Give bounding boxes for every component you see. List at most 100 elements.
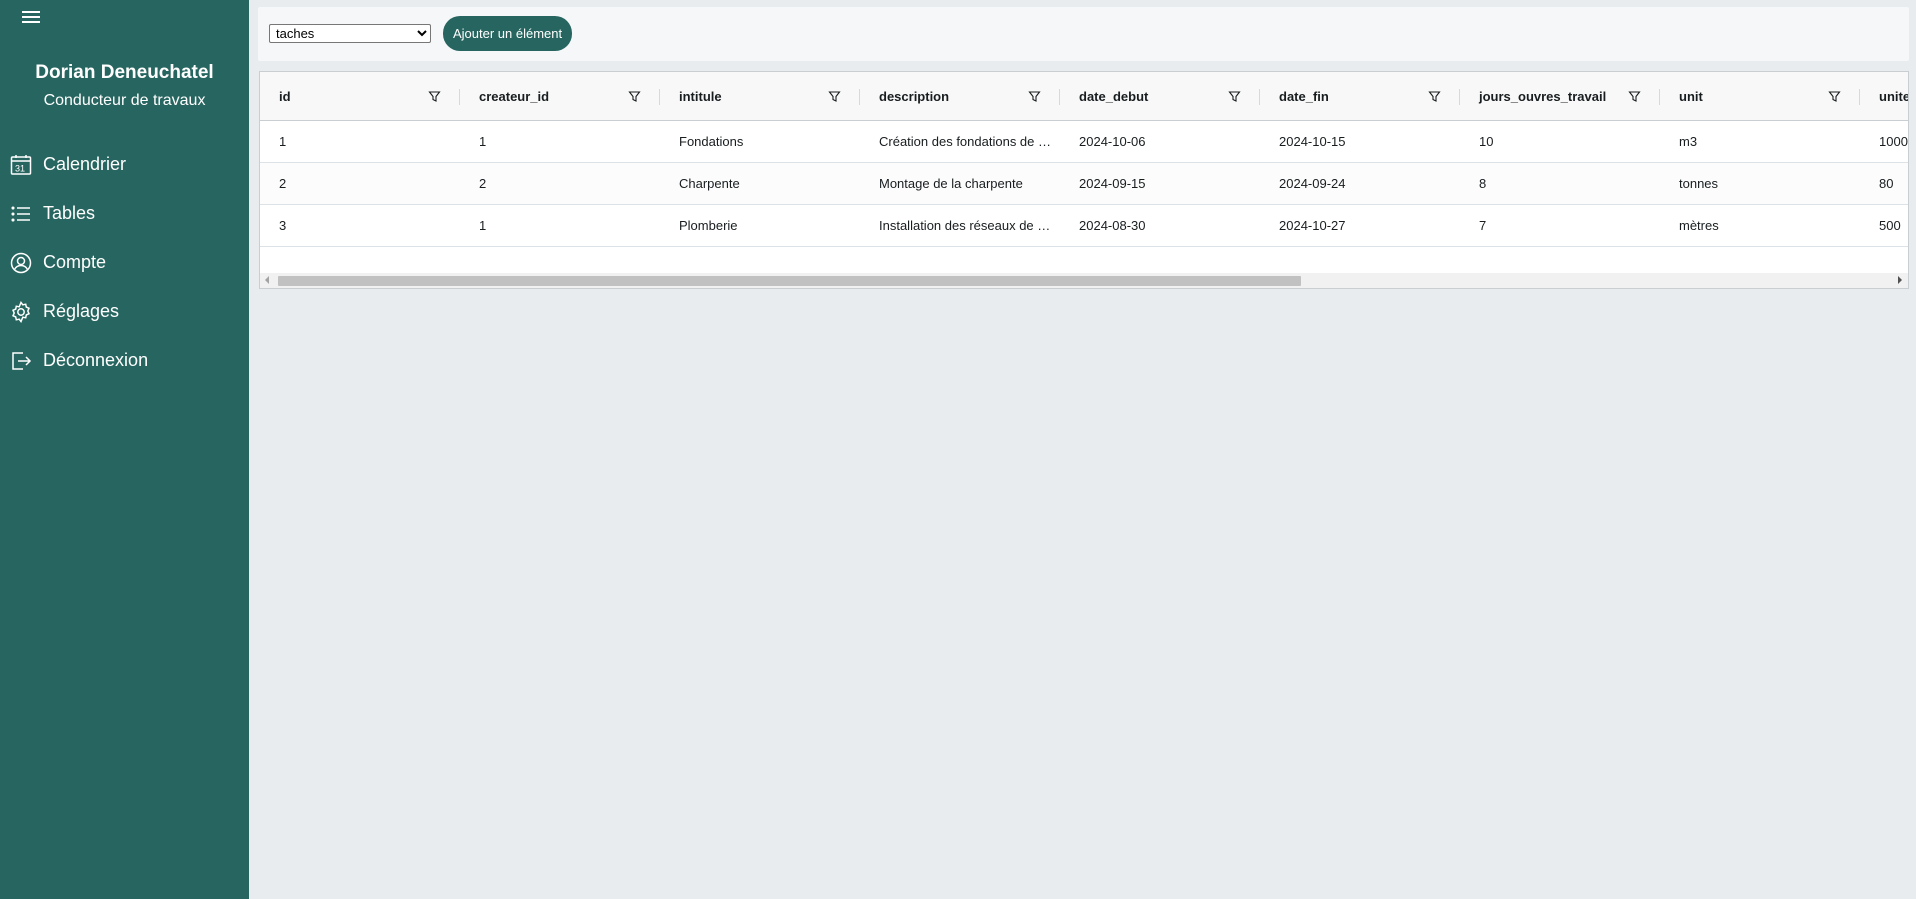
column-header-description[interactable]: description [860,72,1060,121]
cell-value: 3 [279,218,287,233]
cell-unite[interactable]: 1000 [1860,121,1908,162]
column-header-label: intitule [679,89,722,104]
add-element-button[interactable]: Ajouter un élément [443,16,573,51]
cell-value: 2024-10-06 [1079,134,1146,149]
table-select[interactable]: taches [269,24,431,43]
cell-date-fin[interactable]: 2024-09-24 [1260,163,1460,204]
cell-intitule[interactable]: Charpente [660,163,860,204]
sidebar-item-tables[interactable]: Tables [0,189,249,238]
filter-icon[interactable] [628,90,641,103]
column-header-date-fin[interactable]: date_fin [1260,72,1460,121]
filter-icon[interactable] [1428,90,1441,103]
horizontal-scrollbar[interactable] [260,273,1908,288]
column-header-jours-ouvres-travail[interactable]: jours_ouvres_travail [1460,72,1660,121]
data-grid: id createur_id intitule description date_deb… [259,71,1909,289]
cell-value: 10 [1479,134,1494,149]
sidebar-item-label: Tables [43,203,96,223]
hamburger-menu-icon[interactable] [22,11,40,25]
column-header-createur-id[interactable]: createur_id [460,72,660,121]
cell-date-debut[interactable]: 2024-10-06 [1060,121,1260,162]
column-header-label: date_debut [1079,89,1149,104]
cell-unit[interactable]: mètres [1660,205,1860,246]
sidebar-item-reglages[interactable]: Réglages [0,287,249,336]
filter-icon[interactable] [1028,90,1041,103]
column-header-label: id [279,89,291,104]
cell-unit[interactable]: tonnes [1660,163,1860,204]
cell-unite[interactable]: 500 [1860,205,1908,246]
filter-icon[interactable] [1828,90,1841,103]
cell-createur-id[interactable]: 1 [460,121,660,162]
cell-value: Création des fondations de la maison [879,134,1052,149]
filter-icon[interactable] [428,90,441,103]
column-header-intitule[interactable]: intitule [660,72,860,121]
cell-jours-ouvres-travail[interactable]: 10 [1460,121,1660,162]
cell-description[interactable]: Montage de la charpente [860,163,1060,204]
account-icon [10,252,32,273]
column-header-label: date_fin [1279,89,1329,104]
calendar-icon: 31 [10,154,32,175]
gear-icon [12,300,30,323]
cell-createur-id[interactable]: 2 [460,163,660,204]
cell-description[interactable]: Installation des réseaux de plomberie [860,205,1060,246]
cell-id[interactable]: 2 [260,163,460,204]
sidebar-item-label: Déconnexion [43,350,149,370]
logout-icon [12,351,32,370]
cell-value: 2 [479,176,487,191]
column-header-unite[interactable]: unite [1860,72,1909,121]
table-row[interactable]: 2 2 Charpente Montage de la charpente 2024-0… [260,163,1908,205]
cell-value: 2024-09-15 [1079,176,1146,191]
cell-intitule[interactable]: Fondations [660,121,860,162]
cell-date-fin[interactable]: 2024-10-15 [1260,121,1460,162]
column-header-id[interactable]: id [260,72,460,121]
list-icon [11,205,30,222]
sidebar-item-label: Calendrier [43,154,127,174]
cell-date-debut[interactable]: 2024-09-15 [1060,163,1260,204]
cell-value: Installation des réseaux de plomberie [879,218,1052,233]
cell-value: 1 [479,134,487,149]
cell-unit[interactable]: m3 [1660,121,1860,162]
cell-id[interactable]: 1 [260,121,460,162]
sidebar-nav: 31 Calendrier Tables Compte Réglages Déc… [0,140,249,385]
grid-header: id createur_id intitule description date_deb… [260,72,1909,121]
column-header-label: unite [1879,89,1909,104]
sidebar: Dorian Deneuchatel Conducteur de travaux… [0,0,249,899]
column-header-unit[interactable]: unit [1660,72,1860,121]
cell-value: 8 [1479,176,1487,191]
cell-id[interactable]: 3 [260,205,460,246]
column-header-date-debut[interactable]: date_debut [1060,72,1260,121]
cell-value: 500 [1879,218,1901,233]
sidebar-item-deconnexion[interactable]: Déconnexion [0,336,249,385]
cell-value: 2024-08-30 [1079,218,1146,233]
filter-icon[interactable] [1628,90,1641,103]
toolbar: taches Ajouter un élément [258,7,1909,61]
scroll-left-icon[interactable] [265,276,269,284]
cell-value: tonnes [1679,176,1719,191]
svg-text:31: 31 [15,163,25,173]
cell-value: Montage de la charpente [879,176,1023,191]
scroll-right-icon[interactable] [1898,276,1902,284]
table-row[interactable]: 3 1 Plomberie Installation des réseaux de p… [260,205,1908,247]
column-header-label: createur_id [479,89,550,104]
filter-icon[interactable] [1228,90,1241,103]
column-header-label: jours_ouvres_travail [1479,89,1607,104]
cell-value: 7 [1479,218,1487,233]
cell-jours-ouvres-travail[interactable]: 8 [1460,163,1660,204]
cell-date-fin[interactable]: 2024-10-27 [1260,205,1460,246]
cell-unite[interactable]: 80 [1860,163,1908,204]
cell-date-debut[interactable]: 2024-08-30 [1060,205,1260,246]
sidebar-item-calendrier[interactable]: 31 Calendrier [0,140,249,189]
user-role: Conducteur de travaux [43,92,206,109]
cell-jours-ouvres-travail[interactable]: 7 [1460,205,1660,246]
filter-icon[interactable] [828,90,841,103]
sidebar-item-compte[interactable]: Compte [0,238,249,287]
table-row[interactable]: 1 1 Fondations Création des fondations de l… [260,121,1908,163]
cell-createur-id[interactable]: 1 [460,205,660,246]
cell-description[interactable]: Création des fondations de la maison [860,121,1060,162]
cell-value: m3 [1679,134,1698,149]
cell-value: Fondations [679,134,744,149]
cell-value: mètres [1679,218,1719,233]
cell-value: 1 [479,218,487,233]
cell-intitule[interactable]: Plomberie [660,205,860,246]
cell-value: 1000 [1879,134,1908,149]
scroll-thumb[interactable] [278,276,1301,286]
